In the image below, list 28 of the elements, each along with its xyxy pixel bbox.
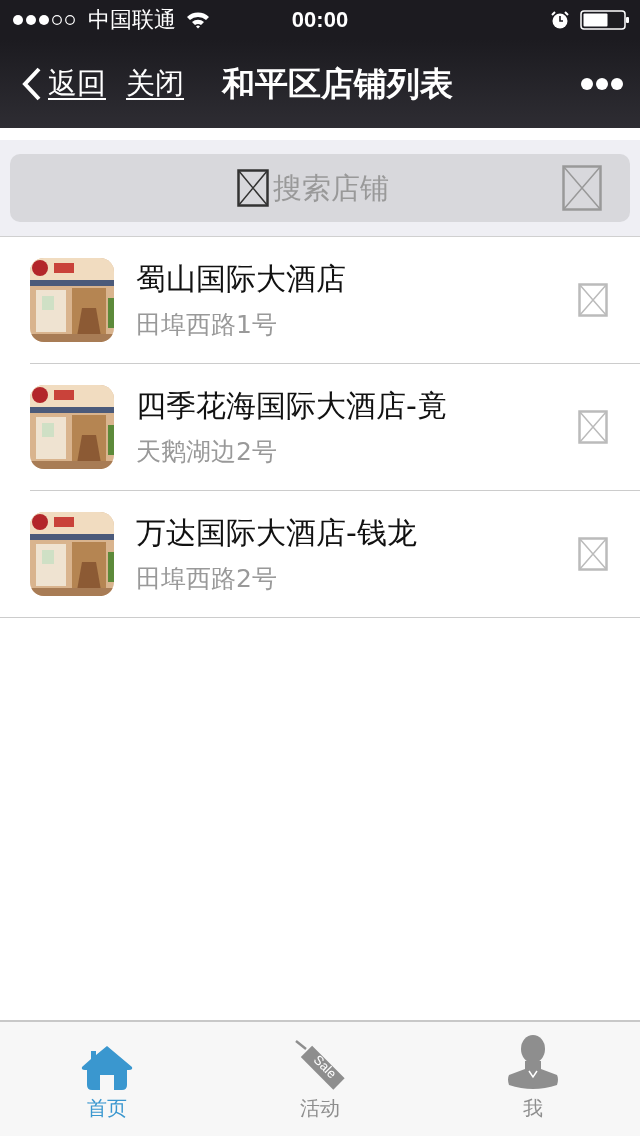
home-icon <box>80 1045 133 1091</box>
broken-image-icon <box>562 165 602 211</box>
store-address: 田埠西路1号 <box>136 309 278 341</box>
store-list-item[interactable]: 万达国际大酒店-钱龙 田埠西路2号 <box>0 491 640 618</box>
store-name: 四季花海国际大酒店-竟 <box>136 387 448 425</box>
store-name: 蜀山国际大酒店 <box>136 260 347 298</box>
search-field[interactable]: 搜索店铺 <box>269 171 403 205</box>
back-link[interactable]: 返回 <box>48 64 106 104</box>
broken-image-icon <box>237 169 269 207</box>
broken-image-icon <box>578 537 608 571</box>
store-name: 万达国际大酒店-钱龙 <box>136 514 418 552</box>
alarm-icon <box>550 10 570 30</box>
store-list-item[interactable]: 四季花海国际大酒店-竟 天鹅湖边2号 <box>30 364 640 491</box>
page-title: 和平区店铺列表 <box>222 62 453 105</box>
broken-image-icon <box>578 410 608 444</box>
carrier-name: 中国联通 <box>88 6 176 34</box>
back-icon[interactable] <box>20 66 42 102</box>
battery-icon <box>580 10 630 30</box>
broken-image-icon <box>578 283 608 317</box>
user-icon <box>507 1035 560 1091</box>
wifi-icon <box>186 11 210 29</box>
clock-time: 00:00 <box>291 7 349 33</box>
store-address: 天鹅湖边2号 <box>136 436 278 468</box>
more-icon[interactable] <box>580 77 624 91</box>
close-link[interactable]: 关闭 <box>126 64 184 104</box>
signal-icon <box>12 13 78 27</box>
store-list-item[interactable]: 蜀山国际大酒店 田埠西路1号 <box>30 237 640 364</box>
store-address: 田埠西路2号 <box>136 563 278 595</box>
